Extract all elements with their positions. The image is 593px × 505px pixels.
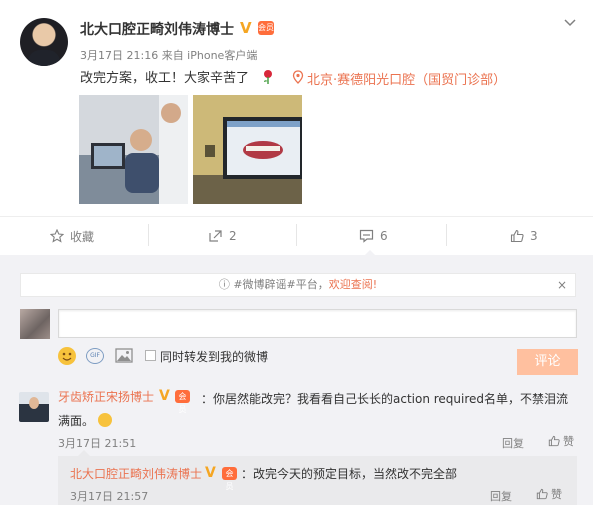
subcomment-reply-button[interactable]: 回复 — [490, 488, 512, 504]
member-badge-icon: 会员 — [175, 390, 190, 414]
comment-input[interactable] — [58, 309, 577, 338]
emoji-icon[interactable] — [58, 347, 76, 365]
weibo-post-card: 北大口腔正畸刘伟涛博士 V 会员 3月17日 21:16 来自 iPhone客户… — [0, 0, 593, 255]
post-divider — [0, 216, 593, 217]
verified-badge-icon: V — [159, 388, 170, 404]
image-icon[interactable] — [115, 348, 133, 363]
crying-emoji-icon — [98, 413, 113, 427]
subcomment-text: ：改完今天的预定目标，当然改不完全部 — [241, 467, 458, 481]
comment-like-button[interactable]: 赞 — [548, 433, 574, 449]
action-separator — [446, 224, 447, 246]
action-separator — [296, 224, 297, 246]
subcomment-like-button[interactable]: 赞 — [536, 486, 562, 502]
repost-count: 2 — [229, 229, 237, 243]
post-photo-1[interactable] — [79, 95, 188, 204]
repost-button[interactable]: 2 — [208, 228, 237, 244]
submit-comment-button[interactable]: 评论 — [517, 349, 578, 375]
gif-icon[interactable]: GIF — [86, 348, 104, 364]
repost-icon — [209, 230, 222, 242]
subcomment-timestamp: 3月17日 21:57 — [70, 490, 149, 503]
favorite-label: 收藏 — [70, 229, 95, 244]
rose-emoji-icon — [264, 70, 272, 84]
comment-icon — [359, 229, 374, 243]
comment-count: 6 — [380, 229, 388, 243]
thumbs-up-icon — [548, 435, 560, 447]
verified-badge-icon: V — [205, 465, 216, 481]
comment-reply-button[interactable]: 回复 — [502, 435, 524, 451]
star-icon — [50, 229, 64, 243]
commenter-avatar[interactable] — [19, 392, 49, 422]
notice-link[interactable]: 欢迎查阅! — [329, 278, 377, 291]
rumor-notice-bar: ⓘ #微博辟谣#平台，欢迎查阅! × — [20, 273, 576, 297]
subcomment-author[interactable]: 北大口腔正畸刘伟涛博士 — [70, 465, 202, 482]
post-text: 改完方案，收工！大家辛苦了 — [80, 71, 250, 86]
like-count: 3 — [530, 229, 538, 243]
repost-checkbox[interactable] — [145, 350, 156, 361]
thumbs-up-icon — [510, 229, 524, 243]
comment-button[interactable]: 6 — [359, 228, 388, 244]
author-avatar[interactable] — [20, 18, 68, 66]
like-button[interactable]: 3 — [510, 228, 538, 244]
close-icon[interactable]: × — [557, 274, 567, 296]
post-location-link[interactable]: 北京·赛德阳光口腔（国贸门诊部） — [292, 69, 506, 88]
subcomment-like-label: 赞 — [551, 488, 562, 501]
thumbs-up-icon — [536, 488, 548, 500]
comment-like-label: 赞 — [563, 435, 574, 448]
post-author-name[interactable]: 北大口腔正畸刘伟涛博士 — [80, 19, 234, 39]
post-meta: 3月17日 21:16 来自 iPhone客户端 — [80, 49, 258, 62]
comment-tab-pointer — [363, 250, 377, 257]
member-badge-icon: 会员 — [222, 467, 237, 491]
current-user-avatar — [20, 309, 50, 339]
commenter-name[interactable]: 牙齿矫正宋扬博士 — [58, 388, 154, 405]
comment-timestamp: 3月17日 21:51 — [58, 437, 137, 450]
chevron-down-icon[interactable] — [562, 14, 578, 30]
notice-text: #微博辟谣#平台， — [233, 278, 329, 291]
member-badge-icon: 会员 — [258, 21, 274, 35]
verified-badge-icon: V — [240, 19, 252, 37]
favorite-button[interactable]: 收藏 — [50, 228, 94, 244]
repost-checkbox-label: 同时转发到我的微博 — [160, 350, 269, 364]
action-separator — [148, 224, 149, 246]
post-photo-2[interactable] — [193, 95, 302, 204]
notice-icon: ⓘ — [218, 278, 234, 291]
